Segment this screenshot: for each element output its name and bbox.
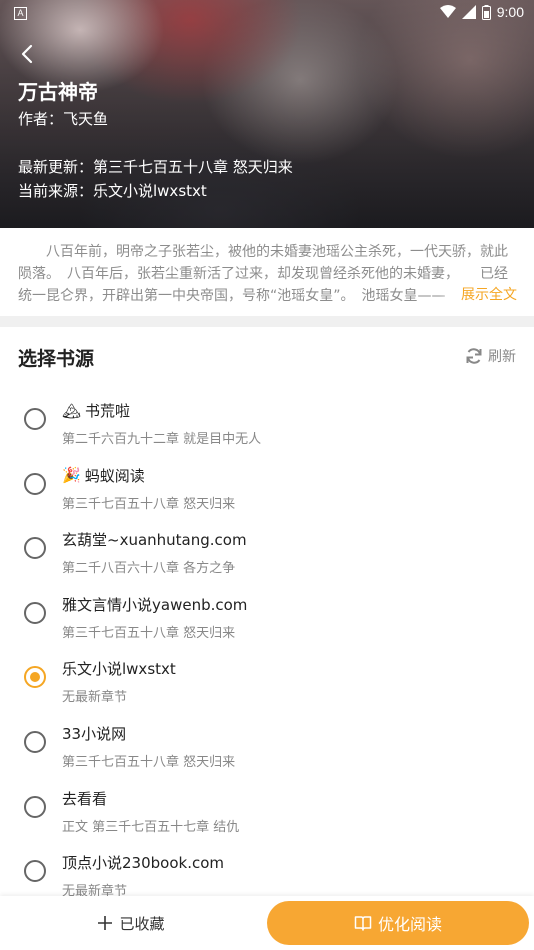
source-row[interactable]: 去看看 正文 第三千七百五十七章 结仇 [0,768,534,835]
signal-icon [461,5,476,19]
source-name-label: 顶点小说230book.com [62,854,224,873]
plus-icon [98,916,113,930]
source-row[interactable]: 🏔 书荒啦 第二千六百九十二章 就是目中无人 [0,380,534,447]
source-row[interactable]: 🎉 蚂蚁阅读 第三千七百五十八章 怒天归来 [0,445,534,512]
radio-unselected[interactable] [24,730,46,753]
source-name-label: 雅文言情小说yawenb.com [62,595,248,614]
section-divider [0,316,534,327]
source-section-title: 选择书源 [18,348,95,370]
latest-update: 最新更新：第三千七百五十八章 怒天归来 [18,158,293,176]
bottom-bar: 已收藏 优化阅读 [0,896,534,950]
radio-unselected[interactable] [24,795,46,818]
source-name: 去看看 [62,788,107,809]
book-title: 万古神帝 [18,80,98,104]
collected-button[interactable]: 已收藏 [0,896,262,950]
source-row[interactable]: 顶点小说230book.com 无最新章节 [0,832,534,899]
source-name: 乐文小说lwxstxt [62,658,176,679]
source-name: 33小说网 [62,723,126,744]
source-row[interactable]: 雅文言情小说yawenb.com 第三千七百五十八章 怒天归来 [0,574,534,641]
collected-label: 已收藏 [119,914,165,933]
battery-icon [481,4,491,20]
source-name: 雅文言情小说yawenb.com [62,594,247,615]
status-bar: A 9:00 [0,0,534,28]
wifi-icon [439,5,456,18]
radio-unselected[interactable] [24,537,46,560]
refresh-button[interactable]: 刷新 [464,346,516,366]
source-name: 🏔 书荒啦 [62,400,130,421]
back-button[interactable] [14,40,42,68]
clock: 9:00 [496,4,524,20]
radio-selected[interactable] [24,666,46,689]
source-name: 🎉 蚂蚁阅读 [62,465,145,486]
source-row[interactable]: 乐文小说lwxstxt 无最新章节 [0,638,534,705]
refresh-label: 刷新 [488,349,516,365]
current-source: 当前来源：乐文小说lwxstxt [18,182,207,200]
source-row[interactable]: 33小说网 第三千七百五十八章 怒天归来 [0,703,534,770]
source-list: 🏔 书荒啦 第二千六百九十二章 就是目中无人 🎉 蚂蚁阅读 第三千七百五十八章 怒天归来玄… [0,380,534,899]
book-author: 作者：飞天鱼 [18,110,109,128]
refresh-icon [466,348,482,364]
source-name-label: 蚂蚁阅读 [84,466,145,485]
optimized-read-button[interactable]: 优化阅读 [267,901,529,945]
source-name-label: 玄葫堂~xuanhutang.com [62,531,247,550]
source-name: 顶点小说230book.com [62,852,224,873]
book-icon [354,916,372,931]
back-arrow-icon [21,44,33,64]
radio-unselected[interactable] [24,472,46,495]
optimized-read-label: 优化阅读 [377,915,442,934]
source-row[interactable]: 玄葫堂~xuanhutang.com 第二千八百六十八章 各方之争 [0,509,534,576]
radio-unselected[interactable] [24,601,46,624]
source-name-label: 去看看 [62,789,108,808]
source-name-label: 书荒啦 [85,402,131,420]
expand-description-link[interactable]: 展示全文 [439,284,517,304]
notification-a-icon: A [14,7,27,20]
source-name-label: 乐文小说lwxstxt [62,660,176,679]
radio-unselected[interactable] [24,860,46,883]
source-name: 玄葫堂~xuanhutang.com [62,529,247,550]
source-name-label: 33小说网 [62,724,127,743]
radio-unselected[interactable] [24,408,46,430]
source-badge-icon: 🎉 [62,466,81,485]
source-badge-icon: 🏔 [62,401,82,420]
